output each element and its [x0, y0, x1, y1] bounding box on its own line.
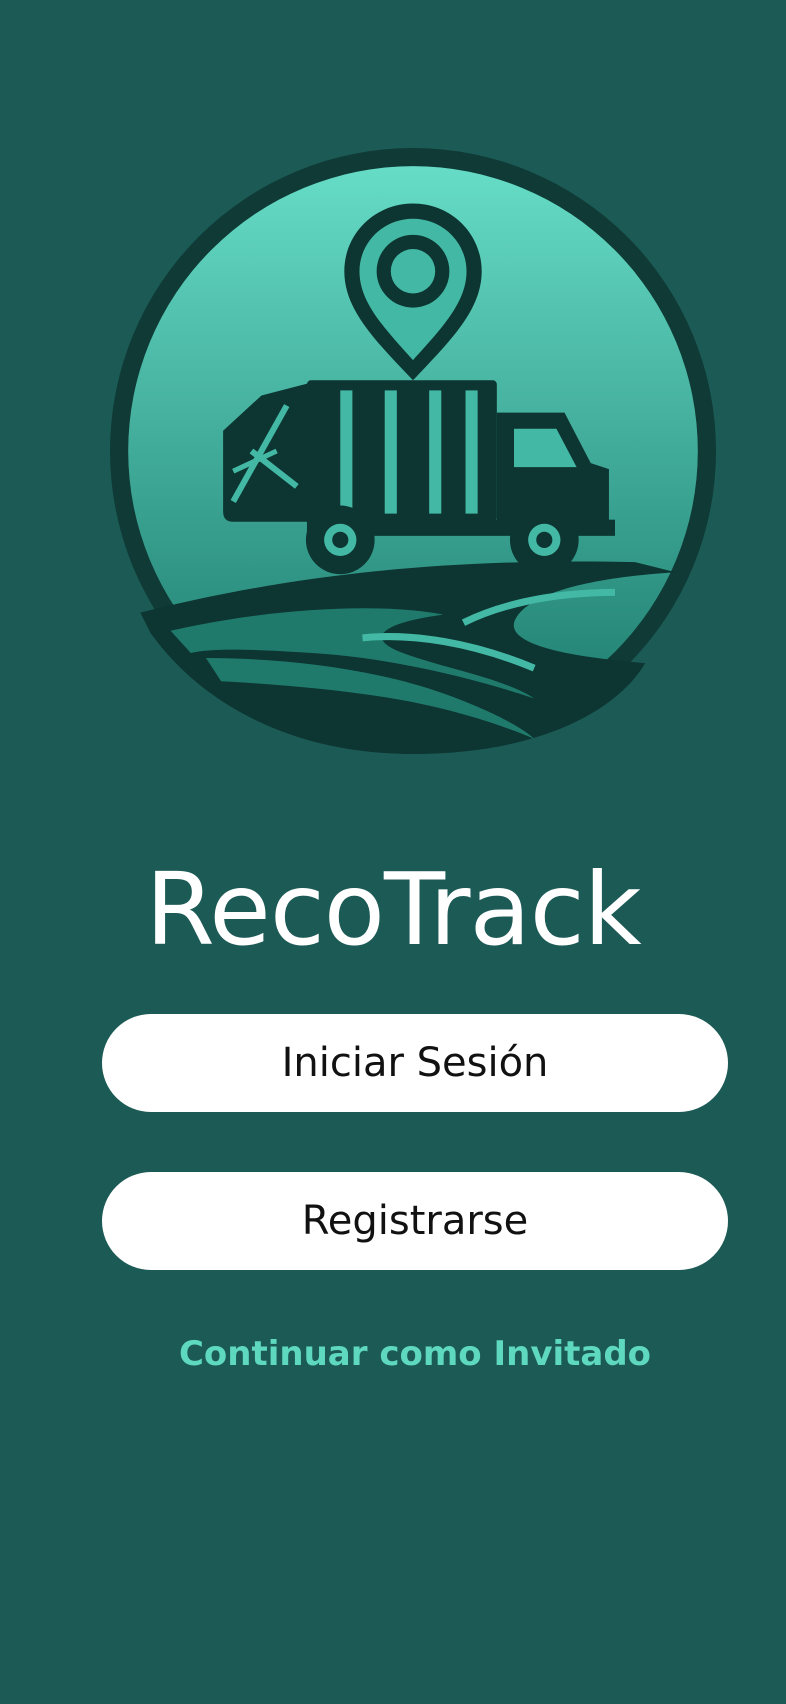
- app-logo-icon: [110, 148, 716, 754]
- app-title: RecoTrack: [145, 851, 641, 968]
- continue-as-guest-link[interactable]: Continuar como Invitado: [0, 1330, 786, 1378]
- welcome-screen: RecoTrack Iniciar Sesión Registrarse Con…: [0, 0, 786, 1704]
- register-button[interactable]: Registrarse: [102, 1172, 728, 1270]
- login-button[interactable]: Iniciar Sesión: [102, 1014, 728, 1112]
